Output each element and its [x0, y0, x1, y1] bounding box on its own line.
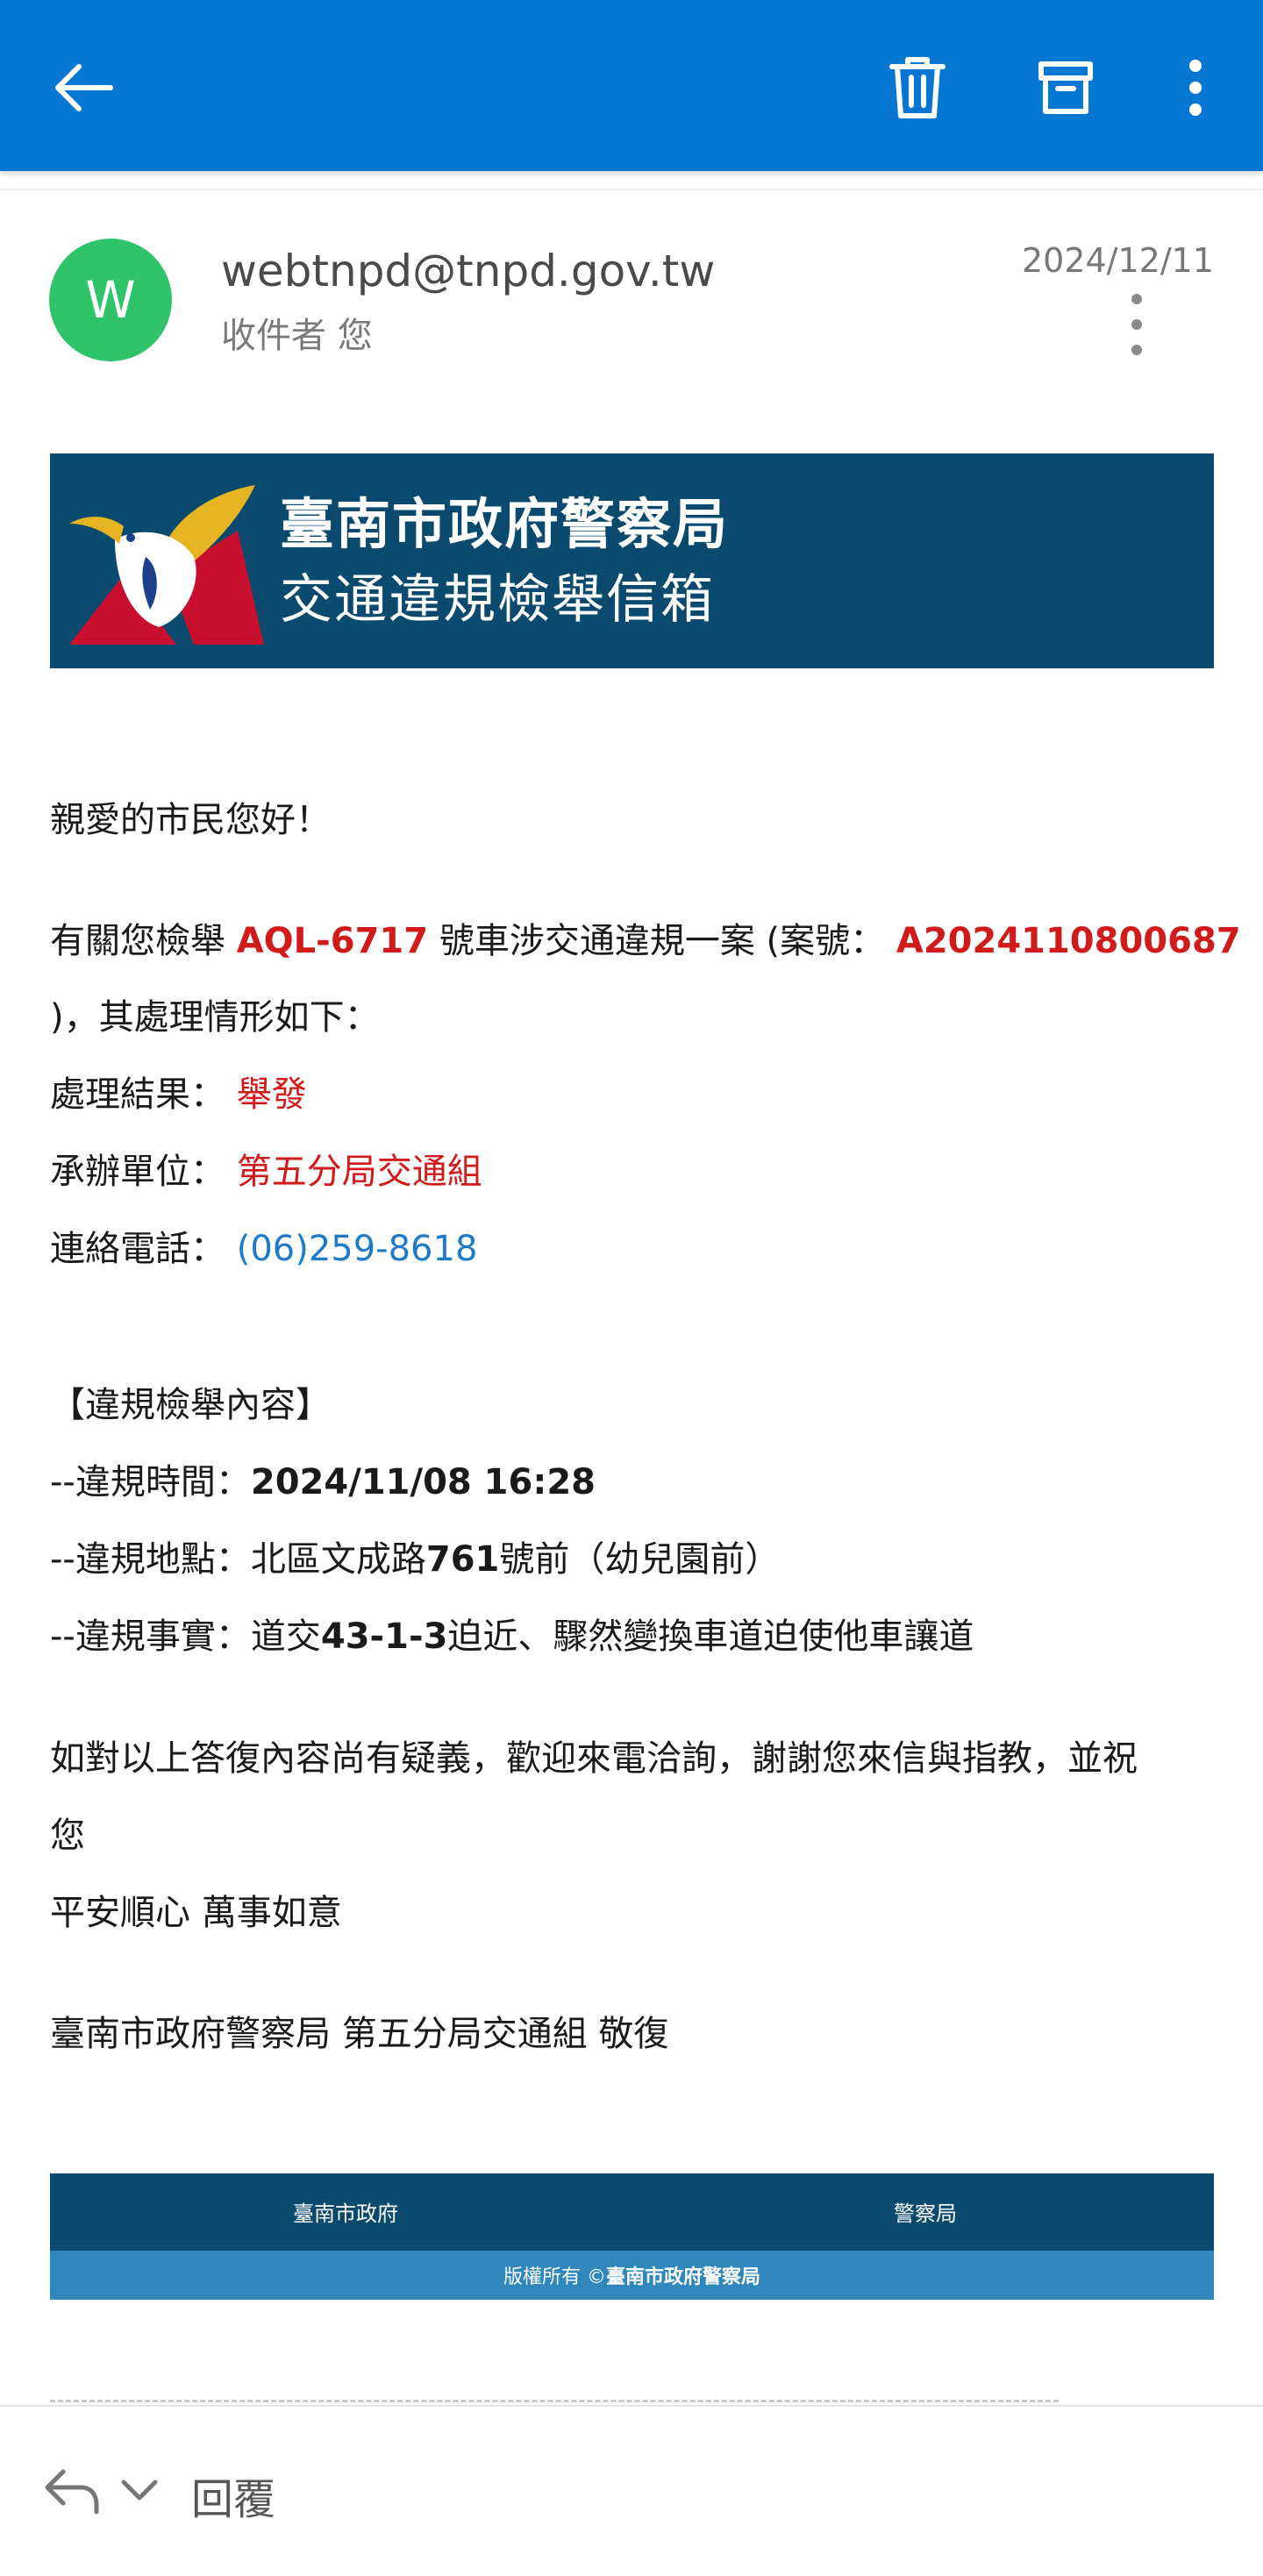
recipient-line[interactable]: 收件者 您 [221, 307, 373, 358]
greeting: 親愛的市民您好！ [50, 800, 331, 840]
case-number: A2024110800687 [896, 921, 1241, 961]
place-number: 761 [425, 1539, 500, 1580]
place-text-a: --違規地點：北區文成路 [50, 1539, 426, 1580]
fact-text-b: 迫近、驟然變換車道迫使他車讓道 [447, 1616, 974, 1657]
case-middle: 號車涉交通違規一案 (案號： [428, 921, 896, 961]
violation-place: --違規地點：北區文成路761號前（幼兒園前） [50, 1531, 780, 1581]
closing-line-2: 您 [50, 1816, 85, 1856]
phone-line: 連絡電話： (06)259-8618 [50, 1220, 477, 1271]
footer-copyright: 版權所有 © 臺南市政府警察局 [50, 2251, 1214, 2300]
more-vert-icon[interactable] [1152, 44, 1239, 132]
police-dove-logo-icon [69, 485, 264, 645]
archive-icon[interactable] [1022, 44, 1110, 132]
banner-title: 臺南市政府警察局 [280, 492, 730, 556]
divider [0, 189, 1263, 190]
reply-button[interactable]: 回覆 [191, 2465, 275, 2526]
case-line: 有關您檢舉 AQL-6717 號車涉交通違規一案 (案號： A202411080… [50, 912, 1241, 963]
case-prefix: 有關您檢舉 [50, 921, 237, 961]
police-banner: 臺南市政府警察局 交通違規檢舉信箱 [50, 453, 1214, 668]
fact-text-a: --違規事實：道交 [50, 1616, 321, 1657]
trash-icon[interactable] [874, 44, 961, 132]
unit-value: 第五分局交通組 [236, 1152, 482, 1192]
result-value: 舉發 [236, 1074, 307, 1115]
violation-time: --違規時間：2024/11/08 16:28 [50, 1453, 596, 1504]
phone-label: 連絡電話： [50, 1229, 237, 1269]
time-value: 2024/11/08 16:28 [250, 1462, 596, 1502]
phone-link[interactable]: (06)259-8618 [237, 1229, 478, 1269]
section-title: 【違規檢舉內容】 [50, 1385, 331, 1425]
copyright-org: 臺南市政府警察局 [605, 2266, 760, 2288]
result-label: 處理結果： [50, 1074, 237, 1115]
avatar[interactable]: W [49, 239, 172, 361]
quote-divider [50, 2400, 1059, 2402]
chevron-down-icon[interactable] [118, 2477, 161, 2507]
app-bar [0, 0, 1263, 171]
place-text-b: 號前（幼兒園前） [499, 1539, 781, 1580]
footer-links: 臺南市政府 警察局 [50, 2173, 1214, 2251]
fact-article: 43-1-3 [320, 1616, 448, 1657]
email-date: 2024/12/11 [1021, 241, 1214, 280]
footer-link-police[interactable]: 警察局 [894, 2196, 957, 2227]
reply-bar: 回覆 [0, 2405, 1263, 2576]
message-more-icon[interactable] [1114, 294, 1160, 355]
case-suffix: )，其處理情形如下： [50, 997, 380, 1038]
unit-line: 承辦單位： 第五分局交通組 [50, 1143, 482, 1194]
footer-link-city[interactable]: 臺南市政府 [293, 2196, 398, 2227]
reply-icon[interactable] [42, 2466, 102, 2519]
result-line: 處理結果： 舉發 [50, 1066, 307, 1117]
closing-line-1: 如對以上答復內容尚有疑義，歡迎來電洽詢，謝謝您來信與指教，並祝 [50, 1738, 1138, 1779]
sender-address[interactable]: webtnpd@tnpd.gov.tw [221, 246, 715, 296]
back-arrow-icon[interactable] [39, 44, 127, 132]
banner-subtitle: 交通違規檢舉信箱 [280, 569, 715, 631]
copyright-prefix: 版權所有 © [503, 2266, 606, 2288]
plate-number: AQL-6717 [236, 921, 429, 961]
time-label: --違規時間： [50, 1462, 251, 1502]
violation-fact: --違規事實：道交43-1-3迫近、驟然變換車道迫使他車讓道 [50, 1608, 974, 1659]
signature: 臺南市政府警察局 第五分局交通組 敬復 [50, 2014, 669, 2054]
unit-label: 承辦單位： [50, 1152, 237, 1192]
closing-line-3: 平安順心 萬事如意 [50, 1893, 342, 1933]
